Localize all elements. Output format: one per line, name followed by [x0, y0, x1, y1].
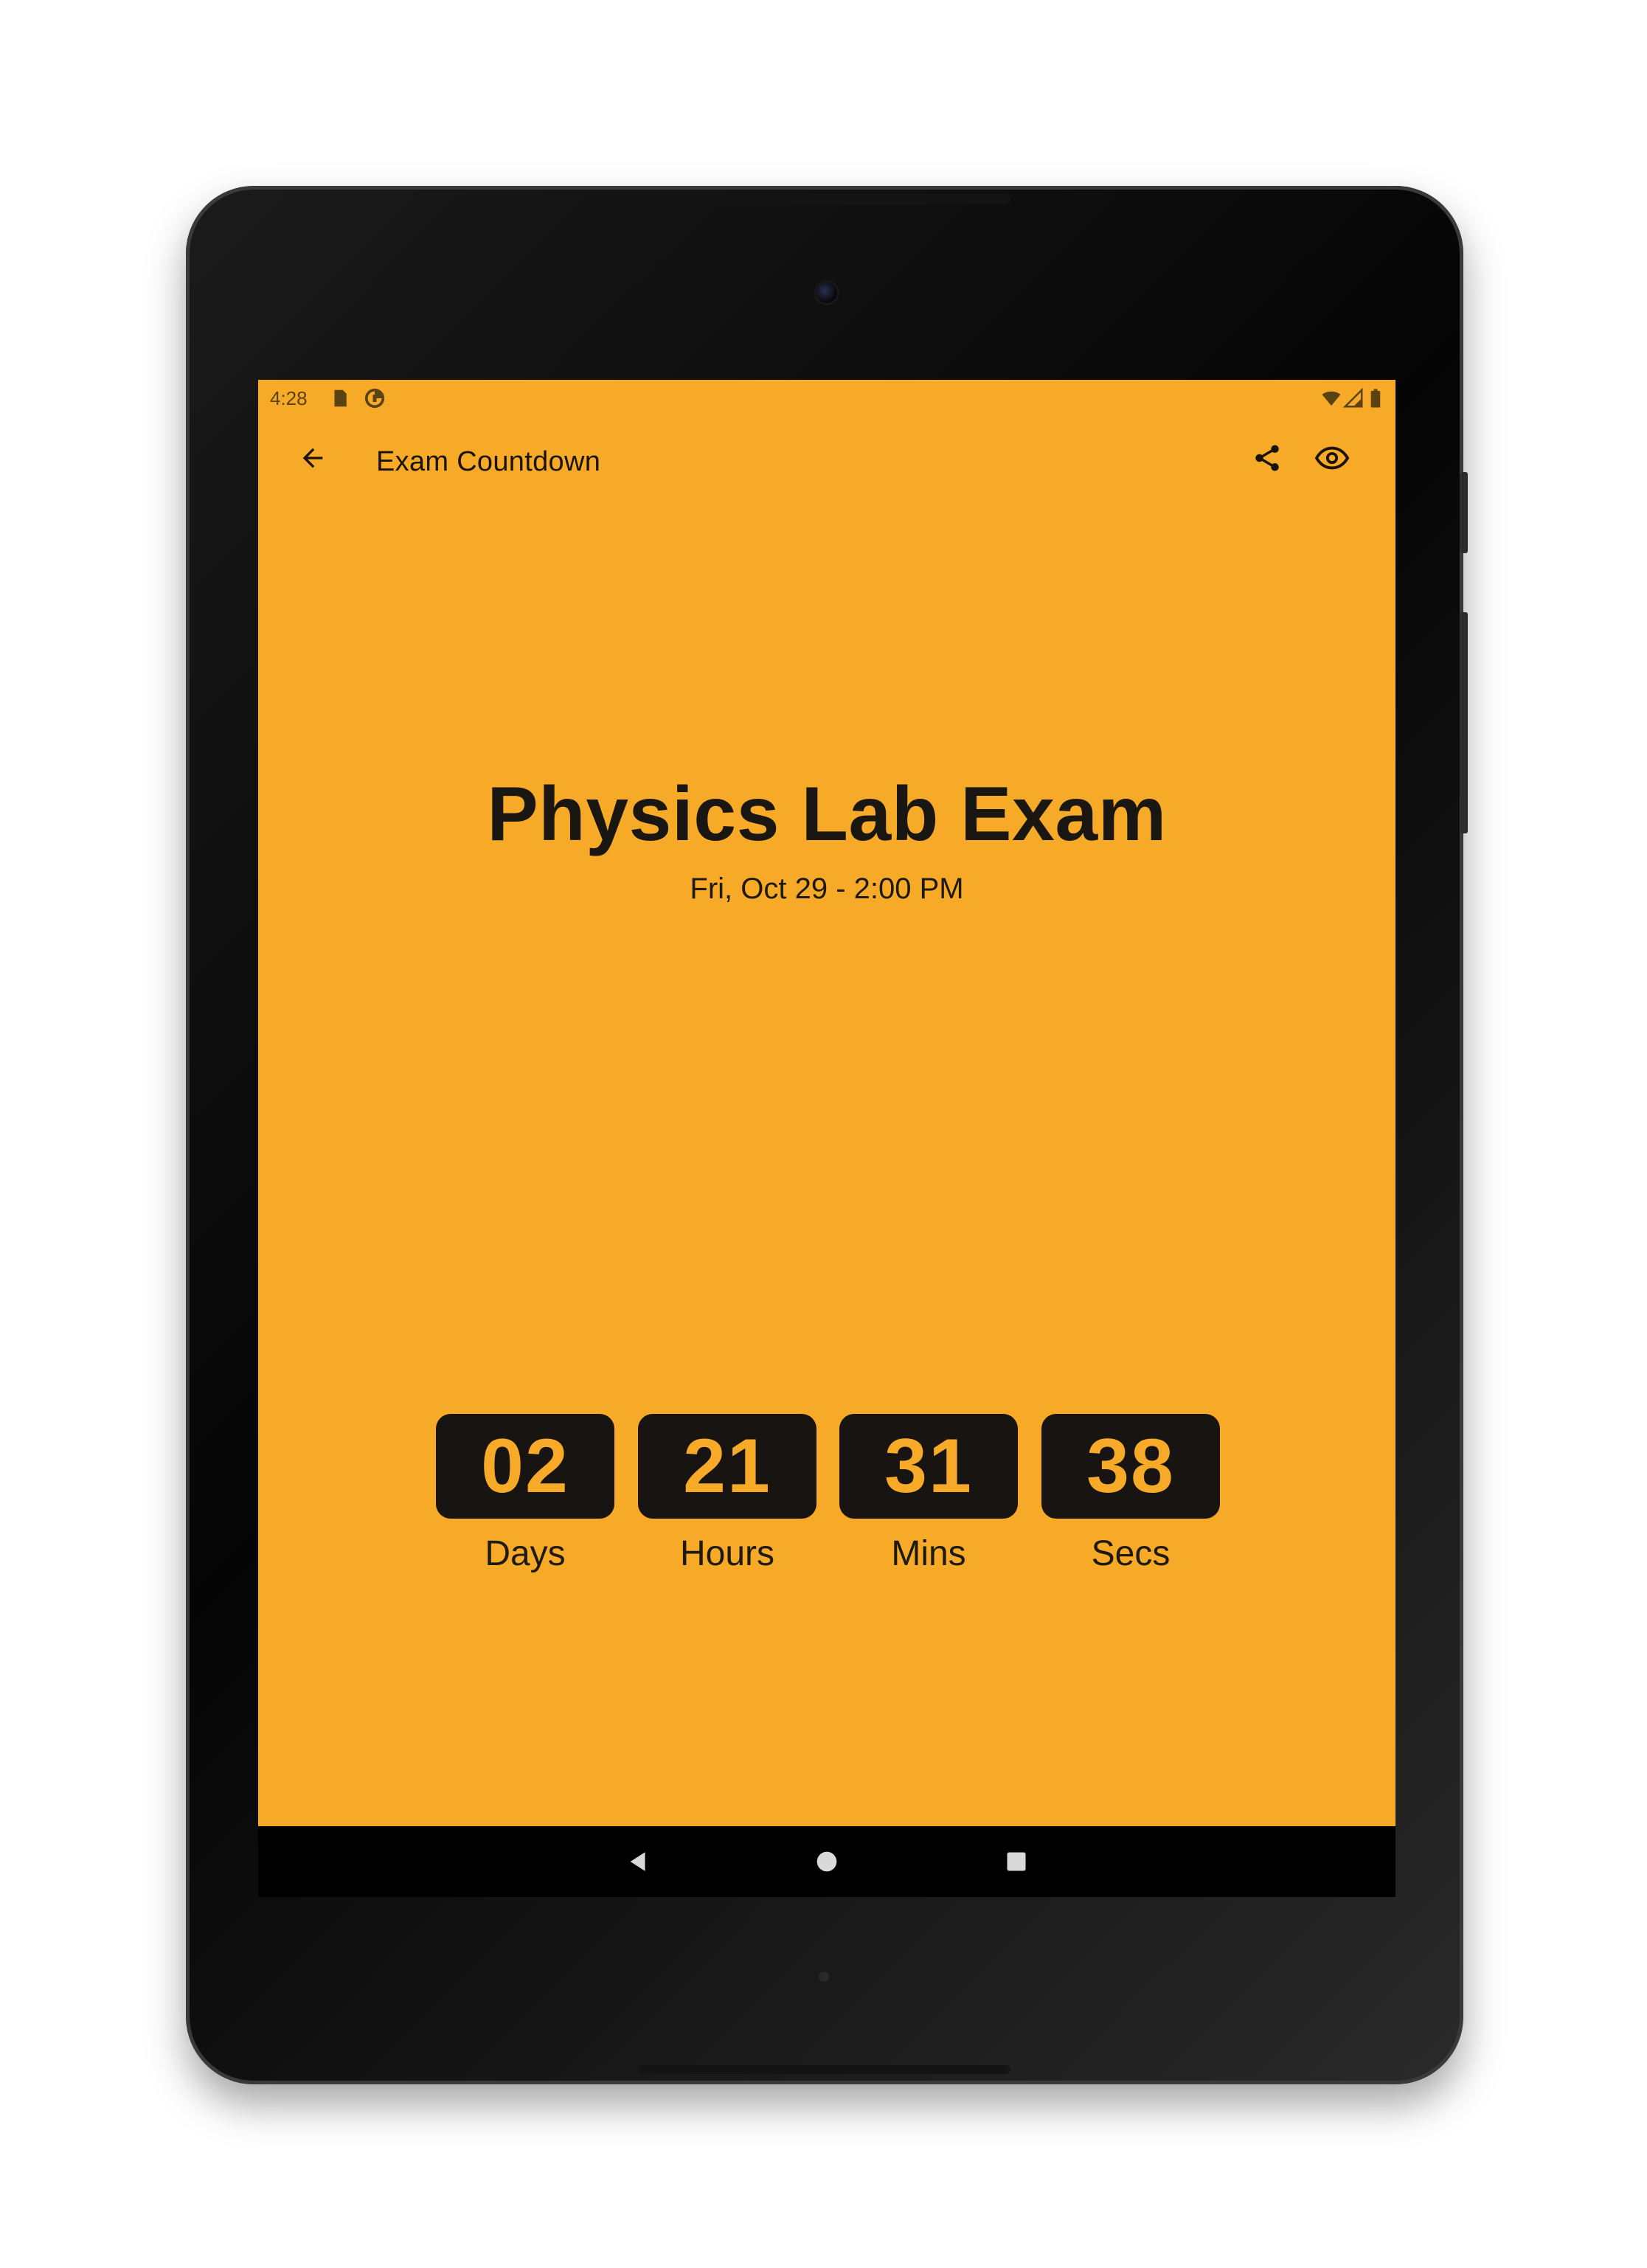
mins-value: 31: [839, 1414, 1018, 1519]
hours-label: Hours: [679, 1534, 775, 1573]
top-speaker-grille: [638, 194, 1010, 204]
front-camera: [814, 280, 839, 305]
countdown-secs: 38 Secs: [1041, 1414, 1220, 1574]
battery-icon: [1370, 389, 1381, 408]
power-button: [1460, 472, 1468, 553]
share-icon: [1255, 445, 1279, 471]
microphone-dot: [819, 1972, 829, 1982]
days-label: Days: [485, 1534, 566, 1573]
arrow-left-icon: [302, 448, 323, 468]
triangle-back-icon: [630, 1852, 645, 1871]
status-bar: 4:28: [258, 380, 1395, 417]
share-button[interactable]: [1241, 431, 1294, 485]
status-time: 4:28: [270, 387, 308, 409]
event-title: Physics Lab Exam: [487, 771, 1167, 857]
mins-label: Mins: [891, 1534, 966, 1573]
event-date: Fri, Oct 29 - 2:00 PM: [690, 873, 964, 905]
square-recents-icon: [1007, 1852, 1026, 1871]
screen: 4:28 Exam Countdown Physics Lab Exam Fri…: [258, 380, 1395, 1897]
sd-card-icon: [334, 389, 347, 407]
back-button[interactable]: [286, 431, 339, 485]
secs-value: 38: [1041, 1414, 1220, 1519]
system-nav-bar: [258, 1826, 1395, 1897]
toolbar-title: Exam Countdown: [376, 446, 601, 477]
nav-home-button[interactable]: [805, 1839, 849, 1884]
eye-icon: [1315, 446, 1349, 470]
countdown-hours: 21 Hours: [638, 1414, 816, 1574]
days-value: 02: [436, 1414, 614, 1519]
countdown-days: 02 Days: [436, 1414, 614, 1574]
countdown-app: 4:28 Exam Countdown Physics Lab Exam Fri…: [258, 380, 1395, 1826]
countdown-mins: 31 Mins: [839, 1414, 1018, 1574]
app-toolbar: Exam Countdown: [258, 417, 1395, 504]
preview-button[interactable]: [1306, 431, 1359, 485]
secs-label: Secs: [1091, 1534, 1171, 1573]
data-saver-icon: [364, 388, 385, 409]
nav-recents-button[interactable]: [994, 1839, 1039, 1884]
hours-value: 21: [638, 1414, 816, 1519]
volume-rocker: [1460, 612, 1468, 833]
bottom-speaker-grille: [638, 2065, 1010, 2074]
cell-signal-icon: [1342, 387, 1363, 408]
wifi-icon: [1322, 391, 1341, 406]
circle-home-icon: [816, 1851, 837, 1872]
nav-back-button[interactable]: [617, 1839, 661, 1884]
